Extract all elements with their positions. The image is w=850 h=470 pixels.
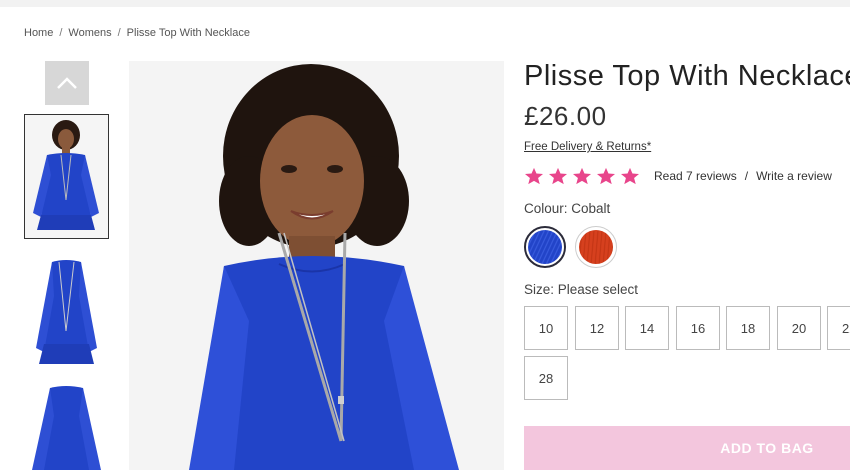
model-photo (129, 61, 504, 470)
cobalt-pleat-swatch-image (528, 230, 562, 264)
product-rating: Read 7 reviews / Write a review (524, 167, 832, 185)
top-bar (0, 0, 850, 7)
garment-front-thumbnail-image (24, 256, 109, 368)
product-thumbnail-2[interactable] (24, 256, 109, 368)
garment-back-thumbnail-image (24, 386, 109, 470)
star-icon (597, 167, 615, 185)
star-icon (549, 167, 567, 185)
model-thumbnail-image (25, 115, 108, 238)
colour-swatch-red[interactable] (575, 226, 617, 268)
breadcrumb-home[interactable]: Home (24, 27, 53, 39)
read-reviews-link[interactable]: Read 7 reviews (654, 169, 737, 183)
chevron-up-icon (57, 77, 77, 89)
breadcrumb-womens[interactable]: Womens (68, 27, 111, 39)
product-thumbnail-3[interactable] (24, 386, 109, 470)
size-option-10[interactable]: 10 (524, 306, 568, 350)
rating-separator: / (744, 169, 749, 183)
star-icon (573, 167, 591, 185)
size-option-16[interactable]: 16 (676, 306, 720, 350)
add-to-bag-button[interactable]: ADD TO BAG (524, 426, 850, 470)
star-icon (525, 167, 543, 185)
rating-stars (524, 167, 640, 185)
size-option-22-label: 22 (842, 320, 850, 336)
product-thumbnail-1[interactable] (24, 114, 109, 239)
colour-label: Colour: Cobalt (524, 201, 611, 216)
product-title: Plisse Top With Necklace (524, 60, 850, 92)
size-option-18[interactable]: 18 (726, 306, 770, 350)
breadcrumb: Home / Womens / Plisse Top With Necklace (24, 27, 250, 39)
size-label: Size: Please select (524, 282, 639, 297)
size-option-12[interactable]: 12 (575, 306, 619, 350)
product-price: £26.00 (524, 101, 607, 131)
main-product-image[interactable] (129, 61, 504, 470)
size-option-14[interactable]: 14 (625, 306, 669, 350)
size-option-20[interactable]: 20 (777, 306, 821, 350)
breadcrumb-separator: / (117, 27, 121, 39)
star-icon (621, 167, 639, 185)
free-delivery-link[interactable]: Free Delivery & Returns* (524, 141, 651, 153)
write-review-link[interactable]: Write a review (756, 169, 832, 183)
colour-swatch-cobalt[interactable] (524, 226, 566, 268)
size-option-28[interactable]: 28 (524, 356, 568, 400)
thumbnail-scroll-up-button[interactable] (45, 61, 89, 105)
red-pleat-swatch-image (579, 230, 613, 264)
breadcrumb-separator: / (59, 27, 63, 39)
size-option-22[interactable]: 22 (827, 306, 850, 350)
breadcrumb-current: Plisse Top With Necklace (126, 27, 250, 39)
